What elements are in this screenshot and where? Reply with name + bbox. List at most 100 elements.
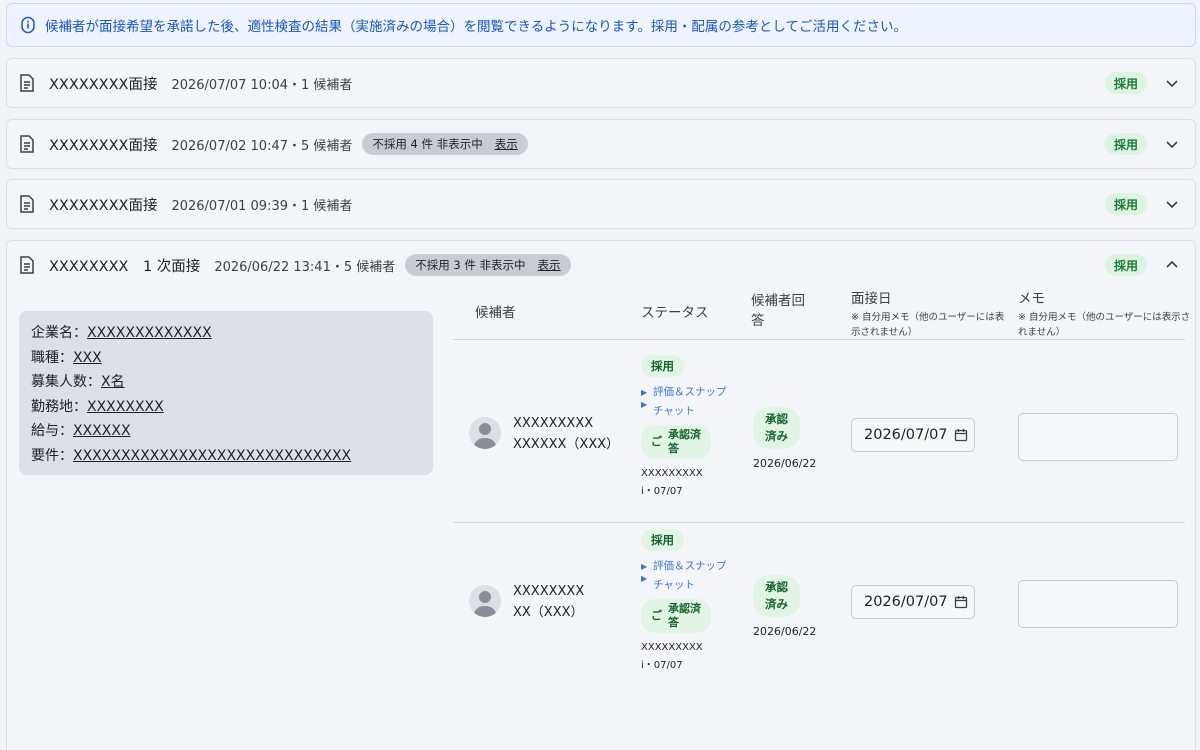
column-header-date-note: ※ 自分用メモ（他のユーザーには表 bbox=[851, 312, 1005, 323]
headcount-value: X名 bbox=[101, 374, 125, 390]
reply-date: 2026/06/22 bbox=[753, 457, 817, 470]
approved-text: 承認済 答 bbox=[668, 602, 701, 630]
interview-meta: 2026/07/01 09:39・1 候補者 bbox=[171, 198, 353, 214]
interview-meta: 2026/06/22 13:41・5 候補者 bbox=[214, 259, 396, 275]
interview-card-header[interactable]: XXXXXXXX面接 2026/07/02 10:47・5 候補者 不採用 4 … bbox=[7, 120, 1195, 168]
company-info-box: 企業名：XXXXXXXXXXXXX 職種：XXX 募集人数：X名 勤務地：XXX… bbox=[19, 311, 433, 475]
approved-text-line1: 承認済 bbox=[668, 428, 701, 441]
info-icon bbox=[19, 16, 37, 34]
calendar-icon[interactable] bbox=[954, 595, 968, 609]
reply-cell: 承認 済み 2026/06/22 bbox=[753, 407, 833, 470]
reply-status-line1: 承認 bbox=[765, 412, 788, 426]
chat-link[interactable]: チャット bbox=[641, 576, 741, 595]
document-icon bbox=[19, 74, 37, 92]
requirements-value: XXXXXXXXXXXXXXXXXXXXXXXXXXXXX bbox=[73, 447, 352, 464]
headcount-row: 募集人数：X名 bbox=[31, 370, 421, 395]
interview-title: XXXXXXXX面接 bbox=[49, 76, 158, 93]
job-type-row: 職種：XXX bbox=[31, 346, 421, 371]
requirements-label: 要件： bbox=[31, 447, 73, 464]
candidate-meta-line2: i・07/07 bbox=[641, 486, 683, 497]
salary-row: 給与：XXXXXX bbox=[31, 419, 421, 444]
column-header-status: ステータス bbox=[641, 305, 709, 321]
table-row: XXXXXXXX XX（XXX） 採用 ▶ ▶ 評価＆スナップ チャット ご 承… bbox=[453, 523, 1185, 705]
headcount-label: 募集人数： bbox=[31, 374, 101, 390]
column-header-memo: メモ ※ 自分用メモ（他のユーザーには表示さ れません） bbox=[1018, 289, 1190, 339]
candidate-meta: XXXXXXXXX i・07/07 bbox=[641, 465, 741, 501]
action-links: ▶ ▶ 評価＆スナップ チャット bbox=[641, 383, 741, 421]
status-pill: 採用 bbox=[641, 355, 684, 377]
interview-card-header[interactable]: XXXXXXXX面接 2026/07/07 10:04・1 候補者 採用 bbox=[7, 59, 1195, 107]
reply-cell: 承認 済み 2026/06/22 bbox=[753, 575, 833, 638]
avatar bbox=[469, 417, 501, 449]
column-header-memo-note2: れません） bbox=[1018, 327, 1066, 338]
chevron-down-icon[interactable] bbox=[1165, 137, 1179, 151]
reply-date: 2026/06/22 bbox=[753, 625, 817, 638]
requirements-row: 要件：XXXXXXXXXXXXXXXXXXXXXXXXXXXXX bbox=[31, 444, 421, 469]
interview-meta: 2026/07/02 10:47・5 候補者 bbox=[171, 138, 353, 154]
status-pill: 採用 bbox=[641, 529, 684, 551]
job-type-value: XXX bbox=[73, 349, 102, 366]
candidate-name-line2: XXXXXX（XXX） bbox=[513, 437, 620, 452]
interview-card-header[interactable]: XXXXXXXX面接 2026/07/01 09:39・1 候補者 採用 bbox=[7, 180, 1195, 228]
triangle-right-icon: ▶ bbox=[641, 400, 648, 409]
chevron-up-icon[interactable] bbox=[1165, 258, 1179, 272]
status-cell: 採用 ▶ ▶ 評価＆スナップ チャット ご 承認済 答 XXXXXXXXX i・… bbox=[641, 529, 741, 675]
candidate-meta-line2: i・07/07 bbox=[641, 660, 683, 671]
column-header-reply: 候補者回 答 bbox=[751, 291, 805, 331]
job-type-label: 職種： bbox=[31, 349, 73, 366]
status-badge: 採用 bbox=[1104, 254, 1147, 276]
chat-link[interactable]: チャット bbox=[641, 402, 741, 421]
show-rejected-link[interactable]: 表示 bbox=[495, 136, 518, 152]
interview-title: XXXXXXXX面接 bbox=[49, 197, 158, 214]
candidate-meta: XXXXXXXXX i・07/07 bbox=[641, 639, 741, 675]
hidden-rejected-label: 不採用 4 件 非表示中 bbox=[372, 137, 483, 151]
approved-answer-pill: ご 承認済 答 bbox=[641, 425, 711, 459]
interview-card-header[interactable]: XXXXXXXX 1 次面接 2026/06/22 13:41・5 候補者 不採… bbox=[7, 241, 1195, 289]
approved-prefix: ご bbox=[651, 435, 662, 448]
evaluation-snap-link[interactable]: 評価＆スナップ bbox=[641, 557, 741, 576]
interview-title: XXXXXXXX面接 bbox=[49, 137, 158, 154]
interview-card[interactable]: XXXXXXXX面接 2026/07/07 10:04・1 候補者 採用 bbox=[6, 58, 1196, 108]
interview-date-input[interactable]: 2026/07/07 bbox=[851, 585, 975, 619]
company-name-value: XXXXXXXXXXXXX bbox=[87, 325, 212, 341]
action-links: ▶ ▶ 評価＆スナップ チャット bbox=[641, 557, 741, 595]
document-icon bbox=[19, 256, 37, 274]
candidate-name[interactable]: XXXXXXXX XX（XXX） bbox=[513, 581, 584, 623]
interview-meta: 2026/07/07 10:04・1 候補者 bbox=[171, 77, 353, 93]
approved-answer-pill: ご 承認済 答 bbox=[641, 599, 711, 633]
hidden-rejected-pill: 不採用 4 件 非表示中 表示 bbox=[362, 133, 528, 155]
column-header-memo-note: ※ 自分用メモ（他のユーザーには表示さ bbox=[1018, 312, 1191, 323]
approved-prefix: ご bbox=[651, 609, 662, 622]
evaluation-snap-link[interactable]: 評価＆スナップ bbox=[641, 383, 741, 402]
table-row: XXXXXXXXX XXXXXX（XXX） 採用 ▶ ▶ 評価＆スナップ チャッ… bbox=[453, 340, 1185, 522]
candidate-name-line1: XXXXXXXXX bbox=[513, 416, 594, 431]
triangle-right-icon: ▶ bbox=[641, 574, 648, 583]
interview-date-value: 2026/07/07 bbox=[864, 594, 948, 610]
interview-card[interactable]: XXXXXXXX面接 2026/07/01 09:39・1 候補者 採用 bbox=[6, 179, 1196, 229]
memo-input[interactable] bbox=[1018, 413, 1178, 461]
interview-date-input[interactable]: 2026/07/07 bbox=[851, 418, 975, 452]
reply-status-line1: 承認 bbox=[765, 580, 788, 594]
info-notice: 候補者が面接希望を承諾した後、適性検査の結果（実施済みの場合）を閲覧できるように… bbox=[6, 3, 1196, 47]
show-rejected-link[interactable]: 表示 bbox=[538, 257, 561, 273]
company-name-row: 企業名：XXXXXXXXXXXXX bbox=[31, 321, 421, 346]
candidate-meta-line1: XXXXXXXXX bbox=[641, 468, 703, 479]
status-badge: 採用 bbox=[1104, 72, 1147, 94]
reply-status-line2: 済み bbox=[765, 429, 788, 443]
status-badge: 採用 bbox=[1104, 193, 1147, 215]
memo-input[interactable] bbox=[1018, 580, 1178, 628]
column-header-date: 面接日 ※ 自分用メモ（他のユーザーには表 示されません） bbox=[851, 289, 1004, 339]
reply-status-line2: 済み bbox=[765, 597, 788, 611]
location-value: XXXXXXXX bbox=[87, 398, 164, 415]
chevron-down-icon[interactable] bbox=[1165, 76, 1179, 90]
document-icon bbox=[19, 135, 37, 153]
column-header-date-title: 面接日 bbox=[851, 291, 892, 307]
chevron-down-icon[interactable] bbox=[1165, 197, 1179, 211]
calendar-icon[interactable] bbox=[954, 428, 968, 442]
column-header-date-note2: 示されません） bbox=[851, 327, 918, 338]
hidden-rejected-label: 不採用 3 件 非表示中 bbox=[415, 258, 526, 272]
interview-card[interactable]: XXXXXXXX面接 2026/07/02 10:47・5 候補者 不採用 4 … bbox=[6, 119, 1196, 169]
approved-text-line2: 答 bbox=[668, 616, 679, 629]
column-header-candidate: 候補者 bbox=[475, 305, 516, 321]
candidate-name[interactable]: XXXXXXXXX XXXXXX（XXX） bbox=[513, 413, 619, 455]
